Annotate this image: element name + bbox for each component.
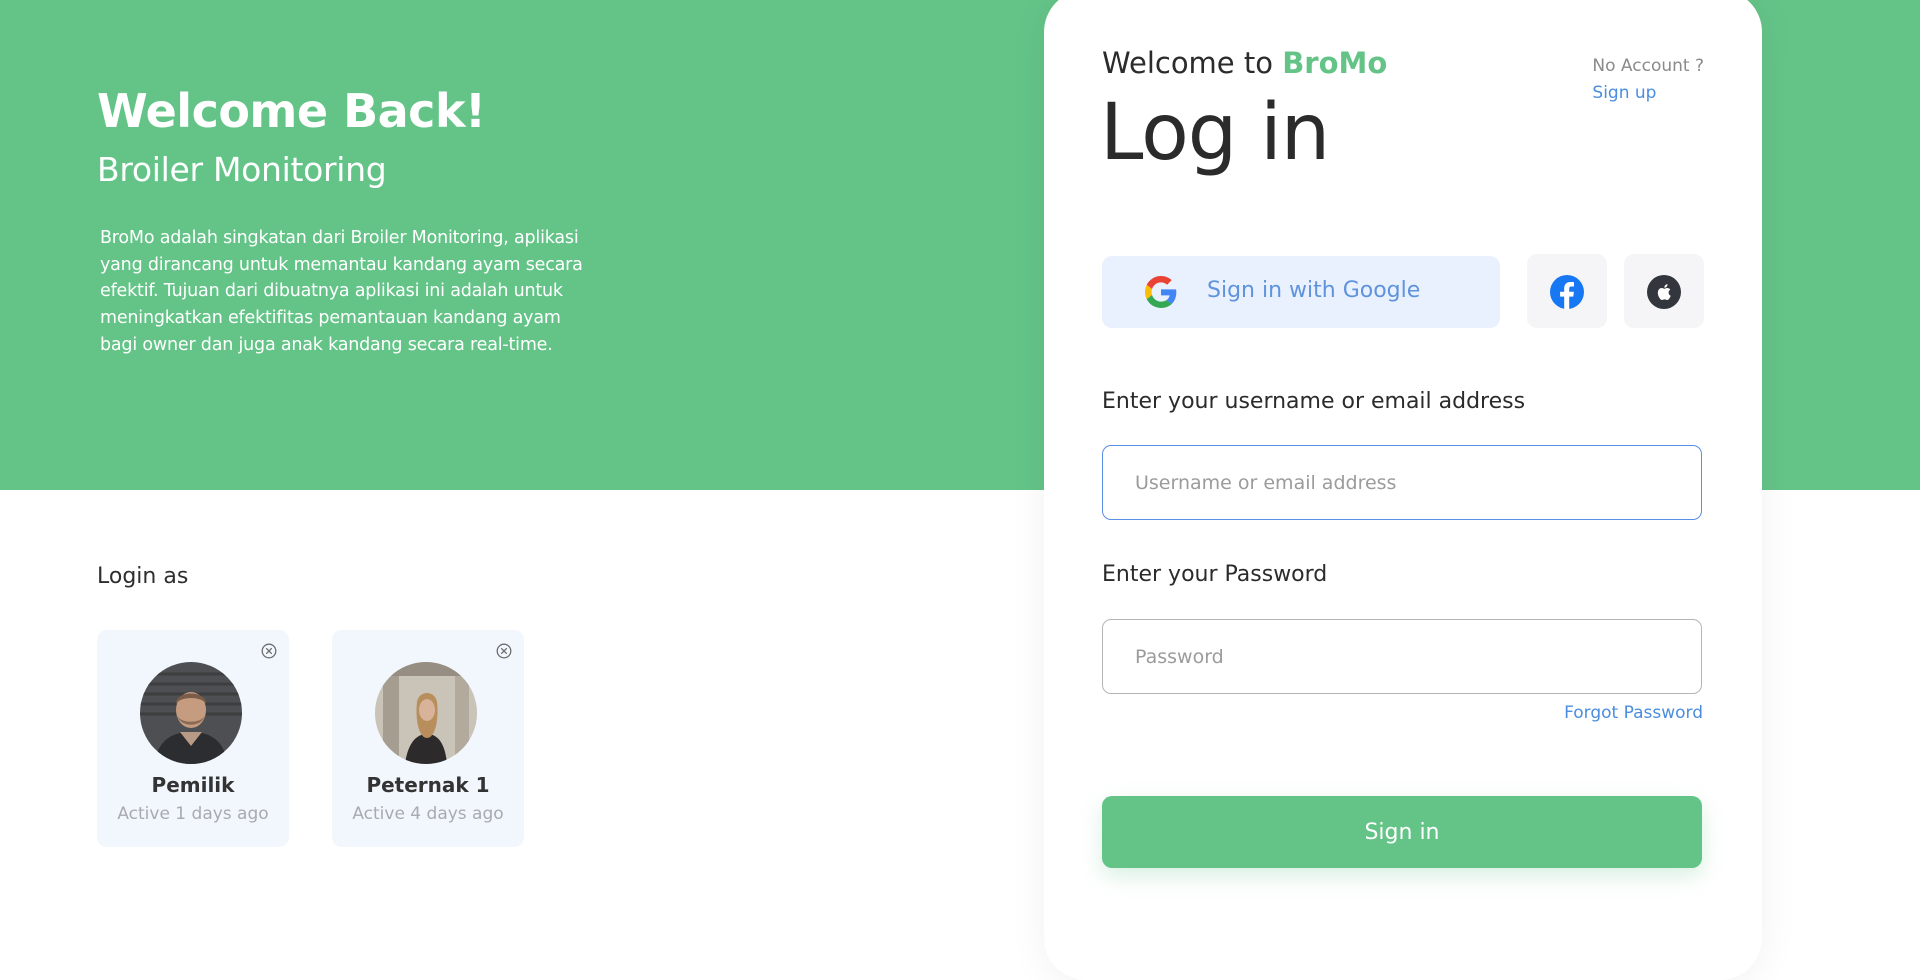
avatar (140, 662, 242, 764)
forgot-password-link[interactable]: Forgot Password (1564, 703, 1703, 723)
remove-account-icon[interactable] (496, 643, 512, 659)
no-account-block: No Account ? Sign up (1592, 53, 1704, 107)
account-card-pemilik[interactable]: Pemilik Active 1 days ago (97, 630, 289, 847)
account-status: Active 1 days ago (117, 804, 269, 824)
facebook-icon (1550, 275, 1584, 309)
login-as-label: Login as (97, 564, 189, 589)
no-account-text: No Account ? (1592, 56, 1704, 76)
google-signin-label: Sign in with Google (1207, 278, 1421, 303)
google-icon (1145, 276, 1177, 308)
hero-title: Welcome Back! (97, 84, 486, 138)
page-title: Log in (1100, 88, 1330, 178)
remove-account-icon[interactable] (261, 643, 277, 659)
username-input[interactable] (1102, 445, 1702, 520)
hero-description: BroMo adalah singkatan dari Broiler Moni… (100, 228, 583, 355)
person-avatar-icon (375, 662, 477, 764)
account-name: Pemilik (151, 773, 235, 797)
apple-icon (1647, 275, 1681, 309)
avatar (375, 662, 477, 764)
brand-name: BroMo (1282, 46, 1388, 80)
person-avatar-icon (140, 662, 242, 764)
account-name: Peternak 1 (366, 773, 490, 797)
facebook-signin-button[interactable] (1527, 254, 1607, 328)
signin-button[interactable]: Sign in (1102, 796, 1702, 868)
welcome-prefix: Welcome to (1102, 46, 1283, 80)
account-status: Active 4 days ago (352, 804, 504, 824)
password-input[interactable] (1102, 619, 1702, 694)
password-label: Enter your Password (1102, 562, 1328, 587)
welcome-heading: Welcome to BroMo (1102, 46, 1387, 80)
login-card: Welcome to BroMo No Account ? Sign up Lo… (1044, 0, 1762, 980)
signup-link[interactable]: Sign up (1592, 80, 1704, 107)
hero-subtitle: Broiler Monitoring (97, 150, 387, 189)
google-signin-button[interactable]: Sign in with Google (1102, 256, 1500, 328)
apple-signin-button[interactable] (1624, 254, 1704, 328)
account-card-peternak-1[interactable]: Peternak 1 Active 4 days ago (332, 630, 524, 847)
username-label: Enter your username or email address (1102, 389, 1526, 414)
